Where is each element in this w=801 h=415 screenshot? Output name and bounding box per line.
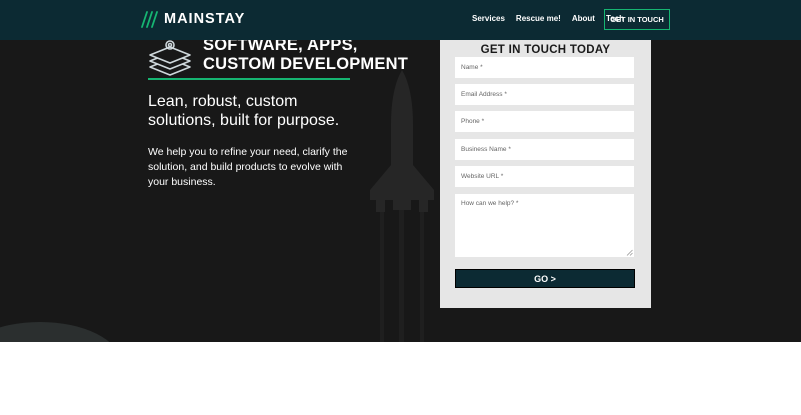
top-navbar: MAINSTAY Services Rescue me! About Tech …: [0, 0, 801, 40]
hero-description-line-2: solution, and build products to evolve w…: [148, 161, 343, 173]
name-field[interactable]: [455, 57, 634, 78]
contact-form: GET IN TOUCH TODAY GO >: [440, 40, 651, 308]
nav-link-about[interactable]: About: [572, 14, 595, 23]
phone-field[interactable]: [455, 111, 634, 132]
hero-description-line-1: We help you to refine your need, clarify…: [148, 146, 348, 158]
form-title: GET IN TOUCH TODAY: [480, 44, 611, 56]
decorative-curve: [0, 322, 120, 342]
hero-headline-line-1: Lean, robust, custom: [148, 93, 298, 110]
nav-link-rescue-me[interactable]: Rescue me!: [516, 14, 561, 23]
email-field[interactable]: [455, 84, 634, 105]
submit-button[interactable]: GO >: [455, 269, 635, 288]
nav-link-services[interactable]: Services: [472, 14, 505, 23]
resize-grip-icon[interactable]: [626, 249, 633, 256]
website-url-field[interactable]: [455, 166, 634, 187]
slash-logo-icon: [141, 11, 158, 28]
title-divider: [148, 78, 350, 80]
brand-name: MAINSTAY: [164, 11, 246, 27]
hero-description: We help you to refine your need, clarify…: [148, 145, 348, 190]
hero-headline: Lean, robust, custom solutions, built fo…: [148, 92, 339, 130]
service-title-line-2: CUSTOM DEVELOPMENT: [203, 55, 408, 73]
get-in-touch-button[interactable]: GET IN TOUCH: [604, 9, 670, 30]
hero-description-line-3: your business.: [148, 176, 216, 188]
hero-headline-line-2: solutions, built for purpose.: [148, 112, 340, 129]
layers-gear-icon: [149, 40, 191, 76]
brand-logo[interactable]: MAINSTAY: [141, 10, 245, 28]
message-field[interactable]: [455, 194, 634, 257]
business-name-field[interactable]: [455, 139, 634, 160]
service-title: SOFTWARE, APPS, CUSTOM DEVELOPMENT: [203, 36, 408, 74]
rocket-icon: [370, 70, 434, 342]
